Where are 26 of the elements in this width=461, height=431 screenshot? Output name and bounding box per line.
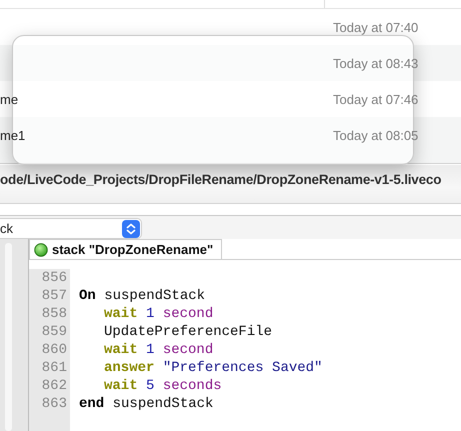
- file-date: Today at 07:40: [333, 20, 418, 34]
- file-date: Today at 08:05: [333, 128, 418, 142]
- file-date: Today at 07:46: [333, 92, 418, 106]
- line-number: 861: [29, 359, 70, 377]
- stepper-icon: [122, 220, 140, 238]
- code-line: wait 5 seconds: [103, 377, 222, 395]
- file-path: ode/LiveCode_Projects/DropFileRename/DropZoneRename-v1-5.liveco: [0, 172, 442, 187]
- line-number: 856: [29, 269, 70, 287]
- line-number: 857: [29, 287, 70, 305]
- code-line: UpdatePreferenceFile: [103, 323, 272, 341]
- file-date: Today at 08:43: [333, 56, 418, 70]
- file-name: me1: [0, 128, 26, 142]
- status-dot-icon: [34, 242, 48, 256]
- code-line: end suspendStack: [78, 395, 214, 413]
- code-line: wait 1 second: [103, 305, 214, 323]
- file-name: me: [0, 92, 18, 106]
- object-dropdown[interactable]: ck: [0, 218, 142, 239]
- editor-tab[interactable]: stack "DropZoneRename": [29, 239, 222, 259]
- line-number: 862: [29, 377, 70, 395]
- code-line: answer "Preferences Saved": [103, 359, 322, 377]
- line-number: 863: [29, 395, 70, 413]
- line-number: 858: [29, 305, 70, 323]
- code-line: On suspendStack: [78, 287, 206, 305]
- code-line: wait 1 second: [103, 341, 214, 359]
- line-number: 859: [29, 323, 70, 341]
- line-number: 860: [29, 341, 70, 359]
